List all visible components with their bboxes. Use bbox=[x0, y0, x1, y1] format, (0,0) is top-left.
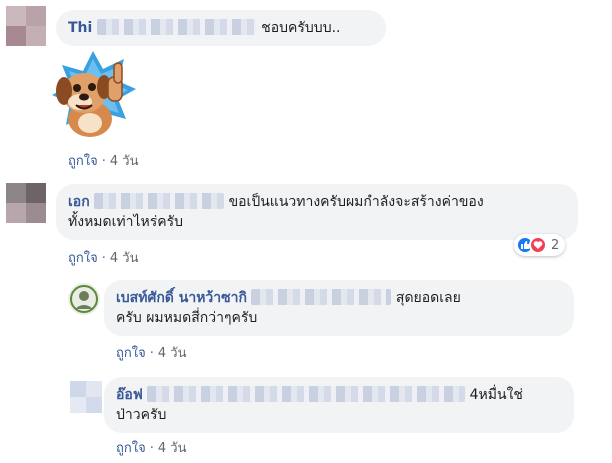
love-icon bbox=[529, 236, 547, 254]
comment-text-line2: ทั้งหมดเท่าไหร่ครับ bbox=[68, 214, 184, 230]
redacted-name bbox=[96, 19, 257, 35]
reply-actions: ถูกใจ · 4 วัน bbox=[116, 441, 187, 456]
reply-bubble: อ๊อฟ 4หมื่นใช่ ป่าวครับ bbox=[104, 377, 574, 433]
avatar[interactable] bbox=[6, 183, 46, 223]
comment-bubble: เอก ขอเป็นแนวทางครับผมกำลังจะสร้างค่าของ… bbox=[56, 184, 578, 240]
reaction-summary[interactable]: 2 bbox=[514, 234, 566, 256]
comment-text: ขอเป็นแนวทางครับผมกำลังจะสร้างค่าของ bbox=[228, 194, 484, 210]
avatar[interactable] bbox=[6, 6, 46, 46]
redacted-name bbox=[94, 193, 225, 209]
timestamp[interactable]: 4 วัน bbox=[110, 251, 139, 266]
like-link[interactable]: ถูกใจ bbox=[116, 441, 146, 456]
reply-text-line2: ครับ ผมหมดสี่กว่าๆครับ bbox=[116, 310, 258, 326]
like-link[interactable]: ถูกใจ bbox=[68, 251, 98, 266]
dog-thumbs-up-sticker bbox=[48, 47, 138, 142]
timestamp[interactable]: 4 วัน bbox=[158, 346, 187, 361]
like-link[interactable]: ถูกใจ bbox=[68, 154, 98, 169]
comment-author-link[interactable]: Thi bbox=[68, 20, 92, 36]
avatar[interactable] bbox=[70, 381, 102, 413]
reply-bubble: เบสท์ศักดิ์ นาหว้าซากิ สุดยอดเลย ครับ ผม… bbox=[104, 280, 574, 336]
reply-author-link[interactable]: เบสท์ศักดิ์ นาหว้าซากิ bbox=[116, 290, 247, 306]
redacted-name bbox=[147, 386, 466, 402]
reply-text-line2: ป่าวครับ bbox=[116, 407, 167, 423]
comment-text: ชอบครับบบ.. bbox=[261, 20, 341, 36]
timestamp[interactable]: 4 วัน bbox=[110, 154, 139, 169]
comment-actions: ถูกใจ · 4 วัน bbox=[68, 251, 139, 266]
reaction-count: 2 bbox=[551, 237, 560, 253]
reply-actions: ถูกใจ · 4 วัน bbox=[116, 346, 187, 361]
reply-text: 4หมื่นใช่ bbox=[469, 387, 523, 403]
redacted-name bbox=[251, 289, 392, 305]
comment-actions: ถูกใจ · 4 วัน bbox=[68, 154, 139, 169]
comment-bubble: Thi ชอบครับบบ.. bbox=[56, 10, 386, 46]
reply-author-link[interactable]: อ๊อฟ bbox=[116, 387, 143, 403]
comment-author-link[interactable]: เอก bbox=[68, 194, 90, 210]
reply-text: สุดยอดเลย bbox=[395, 290, 461, 306]
like-link[interactable]: ถูกใจ bbox=[116, 346, 146, 361]
timestamp[interactable]: 4 วัน bbox=[158, 441, 187, 456]
avatar[interactable] bbox=[68, 283, 100, 315]
